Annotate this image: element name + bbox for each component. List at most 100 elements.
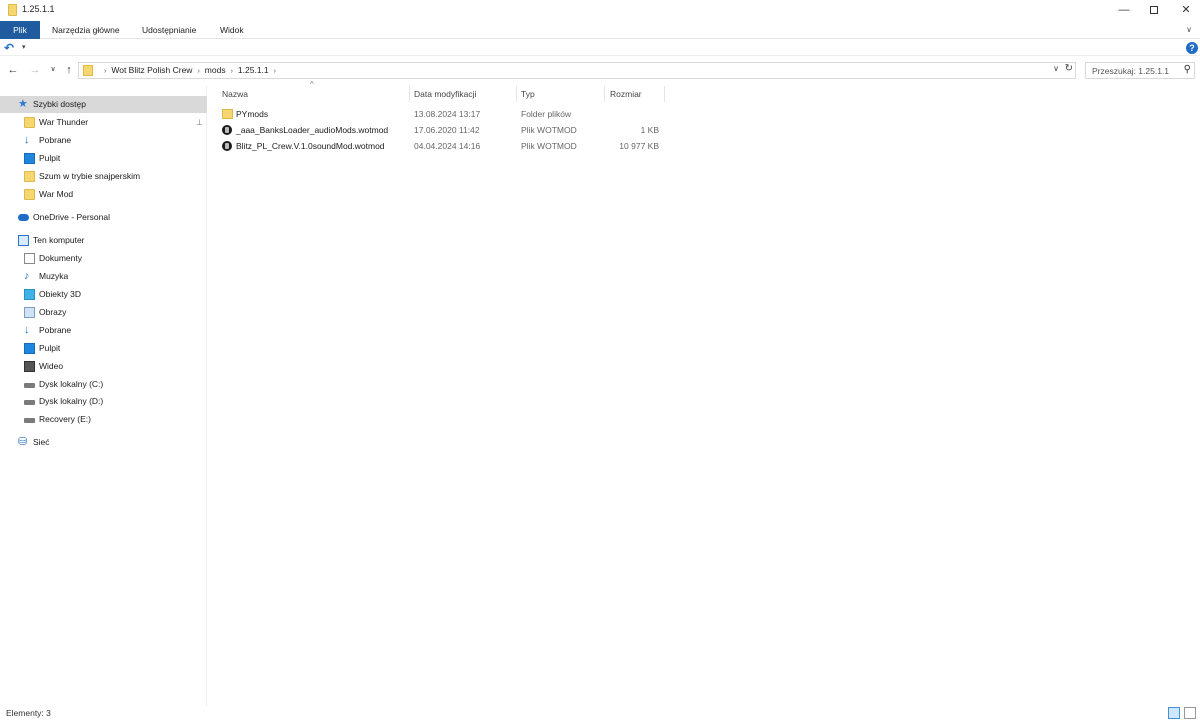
search-box[interactable]: Przeszukaj: 1.25.1.1 ⚲	[1085, 62, 1195, 79]
forward-button[interactable]: →	[28, 63, 42, 77]
sidebar-item-label: Sieć	[33, 437, 50, 447]
item-count: Elementy: 3	[6, 708, 51, 718]
close-button[interactable]: ✕	[1168, 0, 1200, 20]
folder-icon	[24, 117, 35, 128]
sidebar-item-label: Szybki dostęp	[33, 99, 86, 109]
image-icon	[24, 307, 35, 318]
breadcrumb-separator[interactable]: ›	[231, 68, 233, 75]
maximize-button[interactable]	[1136, 0, 1172, 20]
desktop-icon	[24, 153, 35, 164]
breadcrumb-item[interactable]: Wot Blitz Polish Crew	[111, 65, 192, 75]
back-button[interactable]: ←	[6, 63, 20, 77]
file-name: Blitz_PL_Crew.V.1.0soundMod.wotmod	[236, 141, 385, 151]
ribbon-tabs: Plik Narzędzia główne Udostępnianie Wido…	[0, 21, 1200, 39]
video-icon	[24, 361, 35, 372]
breadcrumb-separator[interactable]: ›	[197, 68, 199, 75]
sidebar-item-war-mod[interactable]: War Mod	[0, 186, 207, 203]
sidebar-item-label: Dokumenty	[39, 253, 82, 263]
sidebar-item-label: Obrazy	[39, 307, 67, 317]
sidebar-item-label: Ten komputer	[33, 235, 85, 245]
sidebar-item-documents[interactable]: Dokumenty	[0, 250, 207, 267]
folder-icon	[8, 4, 17, 16]
address-dropdown-icon[interactable]: ∨	[1053, 64, 1059, 73]
refresh-icon[interactable]: ↻	[1065, 63, 1073, 74]
sidebar-item-label: Wideo	[39, 361, 64, 371]
tab-file[interactable]: Plik	[0, 21, 40, 39]
breadcrumb-separator[interactable]: ›	[104, 68, 106, 75]
qat-dropdown-icon[interactable]: ▾	[22, 43, 26, 51]
breadcrumb-separator[interactable]: ›	[274, 68, 276, 75]
column-header-name[interactable]: Nazwa	[222, 86, 248, 102]
download-icon: ↓	[24, 134, 30, 146]
sidebar-item-this-pc[interactable]: Ten komputer	[0, 232, 207, 249]
column-divider[interactable]	[604, 86, 605, 102]
sidebar-item-3d-objects[interactable]: Obiekty 3D	[0, 286, 207, 303]
network-icon: ⛁	[18, 436, 28, 448]
file-row[interactable]: _aaa_BanksLoader_audioMods.wotmod 17.06.…	[218, 122, 668, 138]
sidebar-item-videos[interactable]: Wideo	[0, 358, 207, 375]
sidebar-item-drive-c[interactable]: Dysk lokalny (C:)	[0, 376, 207, 393]
breadcrumb: › Wot Blitz Polish Crew › mods › 1.25.1.1 ›	[99, 65, 281, 75]
sidebar-item-label: Pobrane	[39, 135, 72, 145]
undo-icon[interactable]: ↶	[4, 41, 14, 55]
column-header-size[interactable]: Rozmiar	[610, 86, 642, 102]
breadcrumb-item[interactable]: 1.25.1.1	[238, 65, 269, 75]
sidebar-item-desktop[interactable]: Pulpit	[0, 150, 207, 167]
sidebar-item-music[interactable]: ♪ Muzyka	[0, 268, 207, 285]
drive-icon	[24, 418, 35, 423]
sidebar-item-war-thunder[interactable]: War Thunder ⊥	[0, 114, 207, 131]
cube-icon	[24, 289, 35, 300]
file-size: 10 977 KB	[619, 141, 659, 151]
sidebar-item-desktop-pc[interactable]: Pulpit	[0, 340, 207, 357]
desktop-icon	[24, 343, 35, 354]
file-row[interactable]: Blitz_PL_Crew.V.1.0soundMod.wotmod 04.04…	[218, 138, 668, 154]
help-icon[interactable]: ?	[1186, 42, 1198, 54]
folder-icon	[83, 65, 93, 76]
tab-share[interactable]: Udostępnianie	[132, 21, 206, 39]
ribbon-expand-icon[interactable]: ∨	[1186, 25, 1192, 34]
status-bar: Elementy: 3	[0, 706, 1200, 720]
file-row[interactable]: PYmods 13.08.2024 13:17 Folder plików	[218, 106, 668, 122]
file-name: _aaa_BanksLoader_audioMods.wotmod	[236, 125, 389, 135]
up-button[interactable]: ↑	[62, 63, 76, 77]
file-type: Plik WOTMOD	[521, 141, 577, 151]
title-bar: 1.25.1.1 — ✕	[0, 0, 1200, 20]
column-divider[interactable]	[516, 86, 517, 102]
search-input[interactable]: Przeszukaj: 1.25.1.1	[1092, 66, 1169, 76]
large-icons-view-button[interactable]	[1184, 707, 1196, 719]
sidebar-item-drive-d[interactable]: Dysk lokalny (D:)	[0, 393, 207, 410]
sidebar-item-onedrive[interactable]: OneDrive - Personal	[0, 209, 207, 226]
tab-view[interactable]: Widok	[210, 21, 254, 39]
tab-home[interactable]: Narzędzia główne	[42, 21, 130, 39]
sidebar-item-downloads-pc[interactable]: ↓ Pobrane	[0, 322, 207, 339]
sidebar-item-pictures[interactable]: Obrazy	[0, 304, 207, 321]
sidebar-item-sniper-noise[interactable]: Szum w trybie snajperskim	[0, 168, 207, 185]
cloud-icon	[18, 214, 29, 221]
navigation-pane: ★ Szybki dostęp War Thunder ⊥ ↓ Pobrane …	[0, 86, 207, 706]
sidebar-item-downloads[interactable]: ↓ Pobrane	[0, 132, 207, 149]
sidebar-item-label: Recovery (E:)	[39, 414, 91, 424]
sidebar-item-label: War Mod	[39, 189, 74, 199]
sidebar-item-quick-access[interactable]: ★ Szybki dostęp	[0, 96, 207, 113]
drive-icon	[24, 383, 35, 388]
sidebar-item-recovery-e[interactable]: Recovery (E:)	[0, 411, 207, 428]
sidebar-item-label: Pulpit	[39, 343, 61, 353]
drive-icon	[24, 400, 35, 405]
column-header-date[interactable]: Data modyfikacji	[414, 86, 476, 102]
music-icon: ♪	[24, 270, 30, 282]
column-divider[interactable]	[409, 86, 410, 102]
address-bar[interactable]: › Wot Blitz Polish Crew › mods › 1.25.1.1 › ∨ …	[78, 62, 1076, 79]
column-divider[interactable]	[664, 86, 665, 102]
pin-icon: ⊥	[196, 118, 203, 127]
sidebar-item-network[interactable]: ⛁ Sieć	[0, 434, 207, 451]
wotmod-file-icon	[222, 141, 232, 151]
sidebar-item-label: Obiekty 3D	[39, 289, 82, 299]
sidebar-item-label: Dysk lokalny (C:)	[39, 379, 104, 389]
file-type: Folder plików	[521, 109, 572, 119]
column-header-type[interactable]: Typ	[521, 86, 535, 102]
recent-locations-button[interactable]: ∨	[46, 63, 60, 77]
breadcrumb-item[interactable]: mods	[205, 65, 226, 75]
details-view-button[interactable]	[1168, 707, 1180, 719]
document-icon	[24, 253, 35, 264]
sidebar-item-label: Szum w trybie snajperskim	[39, 171, 141, 181]
